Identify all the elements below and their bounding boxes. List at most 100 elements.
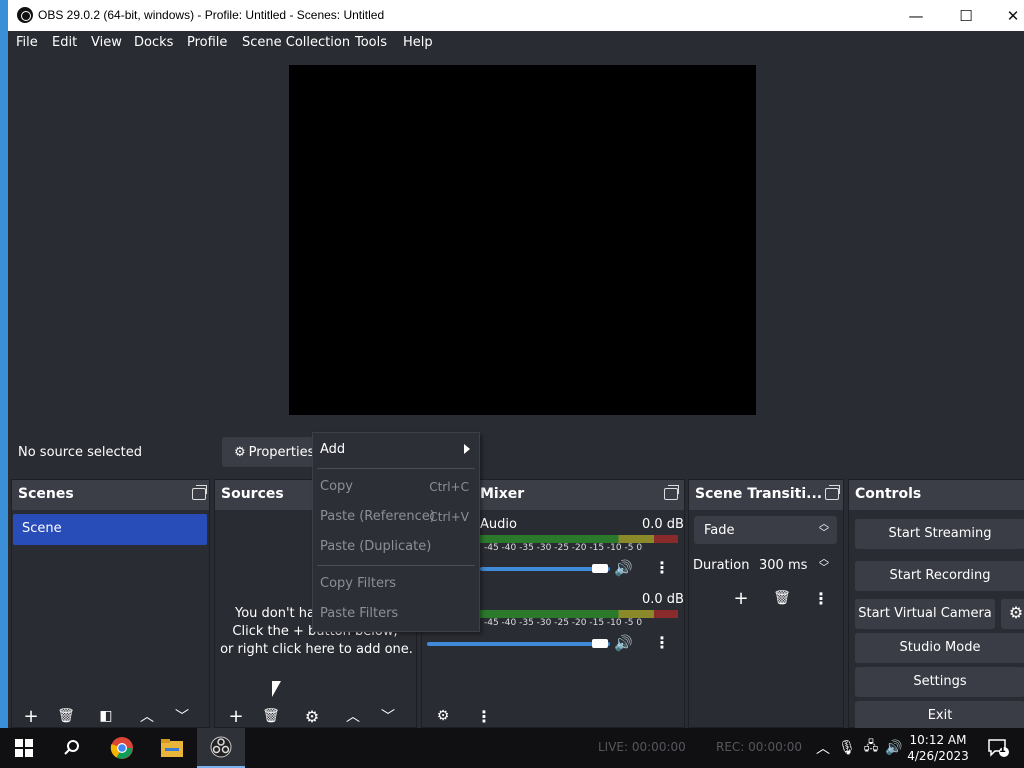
search-button[interactable] — [48, 728, 96, 768]
add-transition-button[interactable]: + — [727, 586, 755, 610]
settings-button[interactable]: Settings — [855, 667, 1024, 697]
volume-slider-track[interactable] — [480, 567, 610, 571]
menu-edit[interactable]: Edit — [52, 35, 77, 50]
menu-item-paste-duplicate: Paste (Duplicate) — [320, 539, 432, 554]
more-options-icon[interactable]: ⋮ — [654, 633, 670, 652]
volume-icon[interactable]: 🔊 — [883, 728, 905, 768]
action-center-button[interactable]: 1 — [978, 728, 1018, 768]
more-options-icon: ⋮ — [476, 706, 492, 726]
menu-item-add[interactable]: Add — [320, 442, 345, 457]
speaker-icon[interactable]: 🔊 — [614, 634, 633, 652]
volume-slider-handle[interactable] — [592, 564, 608, 573]
volume-slider-track[interactable] — [427, 642, 610, 646]
preview-canvas[interactable] — [289, 65, 756, 415]
menu-item-paste-filters: Paste Filters — [320, 606, 399, 621]
menu-view[interactable]: View — [91, 35, 122, 50]
meter-scale: -45 -40 -35 -30 -25 -20 -15 -10 -5 0 — [484, 543, 643, 553]
transitions-title: Scene Transiti... — [695, 486, 823, 502]
add-scene-button[interactable]: + — [17, 704, 45, 728]
chevron-down-icon: ﹀ — [381, 709, 395, 725]
network-icon[interactable]: 🖧 — [860, 728, 882, 768]
remove-scene-button[interactable]: 🗑 — [52, 704, 80, 728]
volume-meter — [480, 610, 678, 618]
spinner-icon[interactable]: ︿ ﹀ — [819, 555, 829, 574]
empty-line-3: or right click here to add one. — [220, 642, 413, 657]
mixer-menu-button[interactable]: ⋮ — [470, 704, 498, 728]
more-options-icon[interactable]: ⋮ — [654, 558, 670, 577]
start-button[interactable] — [0, 728, 48, 768]
studio-mode-button[interactable]: Studio Mode — [855, 633, 1024, 663]
scene-list-item[interactable]: Scene — [13, 514, 207, 545]
trash-icon: 🗑 — [262, 708, 280, 724]
menu-docks[interactable]: Docks — [134, 35, 173, 50]
shortcut-paste: Ctrl+V — [429, 510, 469, 524]
mixer-settings-button[interactable]: ⚙ — [429, 704, 457, 728]
show-hidden-icons-button[interactable]: ︿ — [812, 728, 834, 768]
clock-date: 4/26/2023 — [907, 749, 969, 763]
exit-button[interactable]: Exit — [855, 701, 1024, 731]
menu-item-copy: Copy — [320, 479, 353, 494]
move-source-down-button[interactable]: ﹀ — [374, 704, 402, 728]
transition-select[interactable]: Fade ︿ ﹀ — [694, 516, 837, 544]
add-source-button[interactable]: + — [222, 704, 250, 728]
menu-help[interactable]: Help — [403, 35, 433, 50]
menu-scene-collection[interactable]: Scene Collection — [242, 35, 350, 50]
undock-icon[interactable] — [825, 485, 840, 500]
more-options-icon: ⋮ — [813, 588, 829, 608]
menu-file[interactable]: File — [16, 35, 38, 50]
volume-meter — [480, 535, 678, 543]
notification-count: 1 — [999, 744, 1006, 755]
trash-icon: 🗑 — [57, 708, 75, 724]
properties-button[interactable]: ⚙ Properties — [222, 437, 317, 467]
move-scene-down-button[interactable]: ﹀ — [168, 704, 196, 728]
scenes-dock: Scenes Scene + 🗑 ◧ ︿ ﹀ — [11, 479, 210, 728]
start-virtual-camera-button[interactable]: Start Virtual Camera — [855, 599, 995, 629]
sources-context-menu: Add Copy Ctrl+C Paste (Reference) Ctrl+V… — [312, 432, 480, 632]
system-clock[interactable]: 10:12 AM 4/26/2023 — [906, 732, 970, 764]
chevron-down-icon: ﹀ — [175, 709, 189, 725]
menu-item-copy-filters: Copy Filters — [320, 576, 397, 591]
close-button[interactable]: ✕ — [990, 0, 1024, 31]
file-explorer-taskbar-button[interactable] — [148, 728, 196, 768]
menu-item-paste-reference: Paste (Reference) — [320, 509, 435, 524]
gear-icon: ⚙ — [1008, 603, 1024, 622]
source-properties-button[interactable]: ⚙ — [298, 704, 326, 728]
volume-slider-handle[interactable] — [592, 639, 608, 648]
mixer-channel-1-name: Audio — [480, 517, 517, 532]
chrome-icon — [110, 737, 133, 759]
scenes-header: Scenes — [12, 480, 209, 510]
windows-logo-icon — [15, 739, 33, 757]
obs-taskbar-button[interactable] — [197, 728, 245, 768]
move-scene-up-button[interactable]: ︿ — [133, 704, 161, 728]
microphone-icon[interactable]: 🎙 — [836, 728, 858, 768]
duration-value: 300 ms — [759, 558, 808, 573]
plus-icon: + — [23, 705, 39, 727]
menu-profile[interactable]: Profile — [187, 35, 227, 50]
controls-title: Controls — [855, 486, 922, 502]
chrome-taskbar-button[interactable] — [98, 728, 146, 768]
plus-icon: + — [733, 587, 749, 609]
clock-time: 10:12 AM — [909, 733, 967, 747]
undock-icon[interactable] — [664, 485, 679, 500]
mixer-title: Mixer — [480, 486, 525, 502]
mixer-channel-2-level: 0.0 dB — [642, 592, 684, 607]
menu-tools[interactable]: Tools — [355, 35, 387, 50]
start-streaming-button[interactable]: Start Streaming — [855, 519, 1024, 549]
speaker-icon[interactable]: 🔊 — [614, 559, 633, 577]
gear-icon: ⚙ — [234, 445, 246, 460]
minimize-button[interactable]: — — [893, 0, 939, 31]
virtual-camera-settings-button[interactable]: ⚙ — [1001, 599, 1024, 629]
menu-bar: File Edit View Docks Profile Scene Colle… — [8, 31, 1024, 56]
transition-menu-button[interactable]: ⋮ — [807, 586, 835, 610]
obs-icon — [210, 736, 232, 758]
scene-filters-button[interactable]: ◧ — [92, 704, 120, 728]
undock-icon[interactable] — [192, 485, 207, 500]
maximize-button[interactable]: ☐ — [943, 0, 989, 31]
controls-header: Controls — [849, 480, 1024, 510]
move-source-up-button[interactable]: ︿ — [339, 704, 367, 728]
filter-icon: ◧ — [99, 708, 113, 724]
remove-source-button[interactable]: 🗑 — [257, 704, 285, 728]
remove-transition-button[interactable]: 🗑 — [768, 586, 796, 610]
start-recording-button[interactable]: Start Recording — [855, 561, 1024, 591]
duration-input[interactable]: 300 ms ︿ ﹀ — [749, 551, 837, 579]
